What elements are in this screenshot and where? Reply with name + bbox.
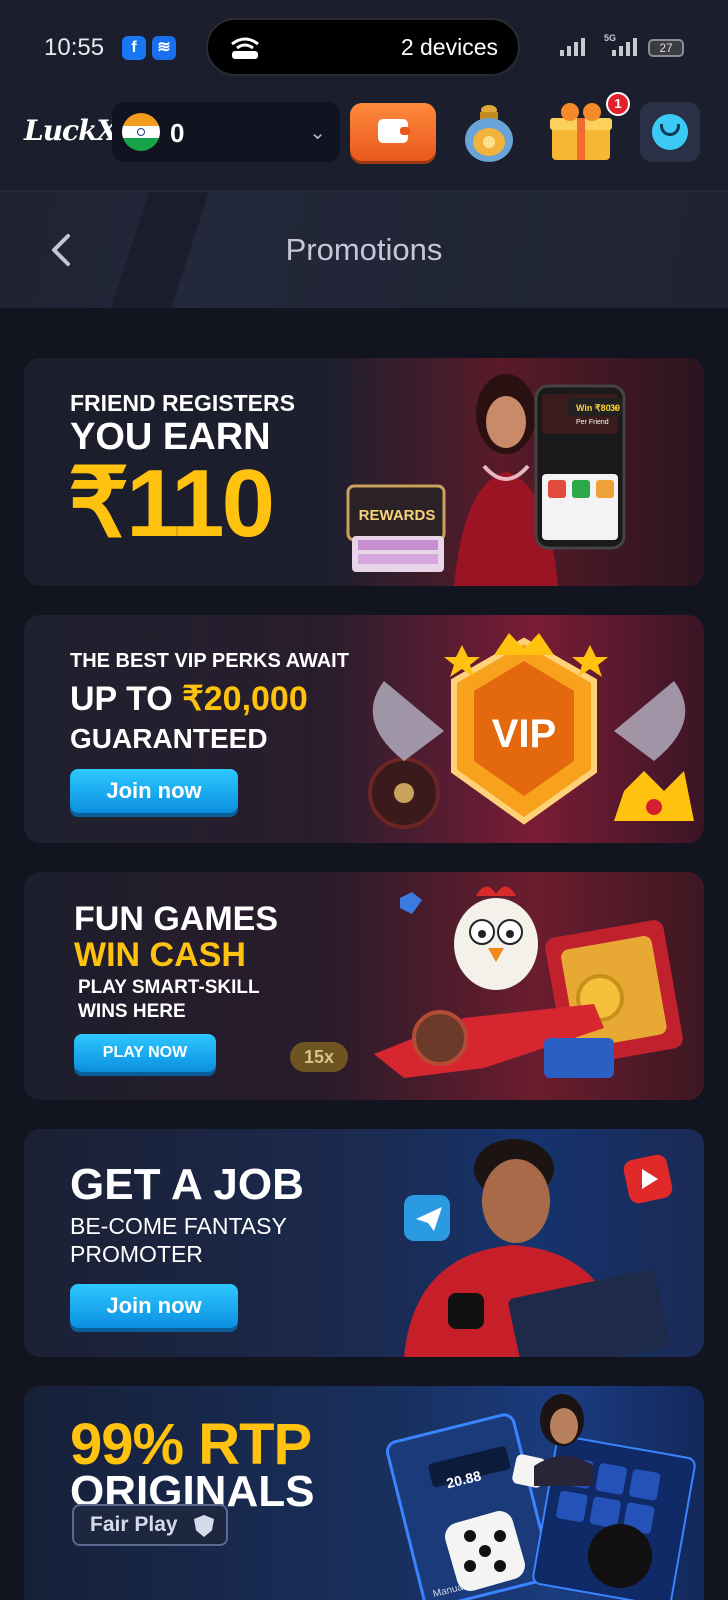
promo-banner-job[interactable]: GET A JOB BE-COME FANTASY PROMOTER Join … bbox=[24, 1129, 704, 1357]
banner-line: GET A JOB bbox=[70, 1160, 304, 1209]
status-time: 10:55 bbox=[44, 34, 105, 61]
shield-icon bbox=[194, 1515, 214, 1537]
phone-sub-text: Per Friend bbox=[576, 419, 609, 426]
hotspot-icon bbox=[231, 37, 259, 59]
vip-badge-text: VIP bbox=[492, 712, 556, 756]
promo-banner-vip[interactable]: THE BEST VIP PERKS AWAIT UP TO ₹20,000 G… bbox=[24, 615, 704, 843]
chevron-down-icon: ⌄ bbox=[309, 122, 326, 144]
app-logo[interactable]: LuckX bbox=[24, 114, 118, 147]
banner-line: PLAY SMART-SKILL bbox=[78, 977, 260, 998]
multiplier-chip: 15x bbox=[290, 1042, 348, 1072]
app-header: LuckX 0 ⌄ 1 bbox=[0, 90, 728, 192]
page-title-bar: Promotions bbox=[0, 192, 728, 308]
notification-badge: 1 bbox=[606, 92, 630, 116]
wallet-button[interactable] bbox=[350, 103, 436, 161]
banner-amount: ₹20,000 bbox=[182, 680, 308, 718]
jackpot-jar-icon[interactable] bbox=[462, 102, 516, 164]
join-now-button[interactable]: Join now bbox=[70, 1284, 238, 1328]
banner-line-prefix: UP TO bbox=[70, 680, 183, 718]
india-flag-icon bbox=[122, 113, 160, 151]
promo-banner-originals[interactable]: 99% RTP ORIGINALS Fair Play 20.88 Manual bbox=[24, 1386, 704, 1600]
banner-line: 99% RTP bbox=[70, 1412, 312, 1477]
gift-box-icon[interactable] bbox=[548, 100, 614, 164]
rewards-chest-image: REWARDS bbox=[346, 484, 446, 572]
chicken-plane-image bbox=[374, 886, 683, 1078]
support-button[interactable] bbox=[640, 102, 700, 162]
wallet-icon bbox=[378, 119, 410, 143]
page-title: Promotions bbox=[285, 232, 443, 267]
phone-badge-text: 30 bbox=[610, 403, 620, 413]
promo-banner-games[interactable]: FUN GAMES WIN CASH PLAY SMART-SKILL WINS… bbox=[24, 872, 704, 1100]
chest-label: REWARDS bbox=[359, 507, 436, 524]
status-bar: 10:55 f ≋ 2 devices 5G 27 bbox=[0, 0, 728, 90]
messenger-icon: ≋ bbox=[152, 36, 176, 60]
facebook-icon: f bbox=[122, 36, 146, 60]
banner-line: WIN CASH bbox=[74, 936, 246, 974]
hotspot-devices-label: 2 devices bbox=[400, 34, 498, 60]
banner-line: BE-COME FANTASY bbox=[70, 1213, 287, 1239]
promo-banner-referral[interactable]: FRIEND REGISTERS YOU EARN ₹110 REWARDS W… bbox=[24, 358, 704, 586]
originals-games-image: 20.88 Manual bbox=[385, 1394, 696, 1600]
hotspot-pill[interactable]: 2 devices bbox=[206, 18, 520, 76]
fair-play-badge: Fair Play bbox=[72, 1504, 228, 1546]
signal-icon-2 bbox=[612, 38, 637, 56]
vip-badge-image: VIP bbox=[368, 633, 694, 829]
play-now-button[interactable]: PLAY NOW bbox=[74, 1034, 216, 1072]
banner-line: UP TO ₹20,000 bbox=[70, 679, 308, 719]
balance-selector[interactable]: 0 ⌄ bbox=[112, 102, 340, 162]
banner-line: THE BEST VIP PERKS AWAIT bbox=[70, 650, 349, 672]
banner-amount: ₹110 bbox=[68, 450, 275, 557]
banner-line: GUARANTEED bbox=[70, 723, 268, 754]
banner-line: FUN GAMES bbox=[74, 900, 278, 938]
phone-mockup-image: Win ₹80 + Per Friend 30 bbox=[534, 384, 626, 550]
promoter-man-image bbox=[404, 1139, 673, 1357]
balance-value: 0 bbox=[170, 118, 185, 148]
signal-icon bbox=[560, 38, 585, 56]
battery-icon: 27 bbox=[648, 39, 684, 57]
banner-line: PROMOTER bbox=[70, 1241, 203, 1267]
banner-line: WINS HERE bbox=[78, 1001, 186, 1022]
support-icon bbox=[652, 114, 688, 150]
fair-play-label: Fair Play bbox=[90, 1513, 178, 1536]
join-now-button[interactable]: Join now bbox=[70, 769, 238, 813]
banner-line: FRIEND REGISTERS bbox=[70, 390, 295, 416]
